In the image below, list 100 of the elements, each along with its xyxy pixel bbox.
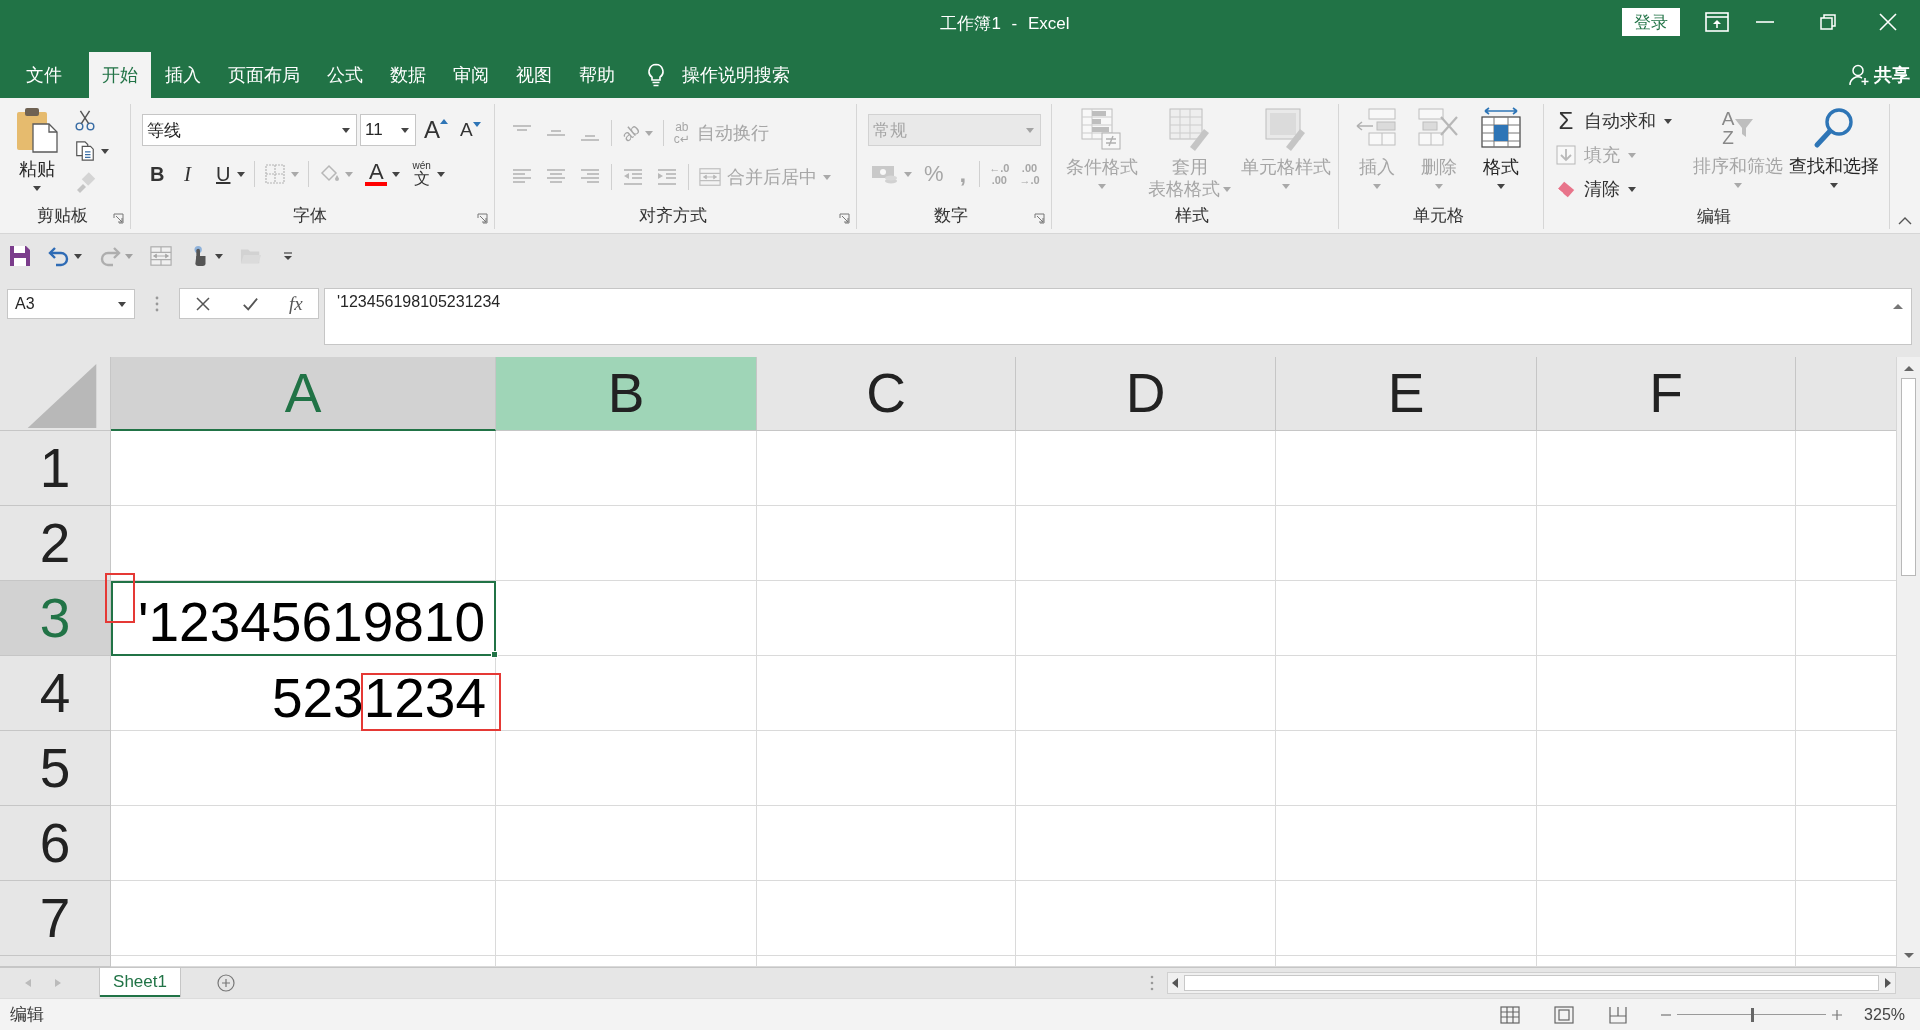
chevron-up-icon[interactable] (1893, 303, 1903, 309)
clear-button[interactable]: 清除 (1556, 174, 1691, 204)
sheet-cell[interactable] (496, 806, 757, 881)
sheet-cell[interactable] (757, 506, 1016, 581)
grip-dots-icon[interactable] (1150, 975, 1154, 991)
sheet-cell[interactable] (1537, 731, 1796, 806)
column-header[interactable]: D (1016, 357, 1276, 431)
zoom-slider-thumb[interactable] (1750, 1007, 1754, 1022)
sheet-cell[interactable] (757, 656, 1016, 731)
sheet-cell[interactable] (111, 431, 496, 506)
sheet-cell[interactable] (757, 806, 1016, 881)
sheet-cell[interactable] (1276, 731, 1537, 806)
dialog-launcher-icon[interactable] (1034, 213, 1045, 224)
sheet-cell[interactable] (496, 581, 757, 656)
dialog-launcher-icon[interactable] (839, 213, 850, 224)
paste-button[interactable]: 粘贴 (12, 107, 62, 201)
sheet-cell[interactable] (1276, 956, 1537, 967)
zoom-level-text[interactable]: 325% (1864, 1005, 1905, 1024)
sheet-cell[interactable] (757, 956, 1016, 967)
formula-input-field[interactable]: '123456198105231234 (324, 288, 1912, 345)
sheet-cell[interactable] (1537, 956, 1796, 967)
undo-arrow-icon[interactable] (48, 245, 70, 267)
grip-dots-icon[interactable] (155, 296, 159, 312)
share-button[interactable]: 共享 (1849, 52, 1910, 98)
caret-icon[interactable] (101, 148, 109, 154)
sign-in-button[interactable]: 登录 (1622, 8, 1680, 36)
insert-function-button[interactable]: fx (288, 292, 303, 315)
sheet-cell[interactable] (111, 806, 496, 881)
sheet-cell[interactable] (1016, 656, 1276, 731)
left-arrow-icon[interactable] (1172, 978, 1178, 988)
sheet-cell[interactable] (757, 431, 1016, 506)
tell-me-search-button[interactable]: 操作说明搜索 (647, 52, 790, 98)
sheet-cell[interactable] (1276, 881, 1537, 956)
down-arrow-icon[interactable] (1903, 953, 1914, 959)
row-header[interactable]: 1 (0, 431, 111, 506)
sheet-cell[interactable] (1537, 581, 1796, 656)
ribbon-tab[interactable]: 视图 (503, 52, 565, 98)
sheet-cell[interactable] (1276, 806, 1537, 881)
restore-icon[interactable] (1820, 14, 1836, 30)
minimize-icon[interactable] (1756, 21, 1774, 23)
page-view-icon[interactable] (1553, 1004, 1576, 1025)
row-header[interactable]: 3 (0, 581, 111, 656)
right-arrow-icon[interactable] (1885, 978, 1891, 988)
ribbon-tab[interactable]: 审阅 (440, 52, 502, 98)
sheet-cell[interactable] (496, 881, 757, 956)
ribbon-display-icon[interactable] (1705, 12, 1729, 32)
autosum-button[interactable]: Σ 自动求和 (1556, 106, 1691, 136)
grid-view-icon[interactable] (1499, 1004, 1522, 1025)
sheet-cell[interactable] (496, 431, 757, 506)
column-header[interactable]: F (1537, 357, 1796, 431)
grow-font-button[interactable]: A (424, 116, 448, 144)
ribbon-tab[interactable]: 文件 (13, 52, 75, 98)
font-name-field[interactable]: 等线 (142, 114, 357, 146)
shrink-font-button[interactable]: A (460, 119, 481, 141)
row-header[interactable]: 4 (0, 656, 111, 731)
column-header[interactable]: B (496, 357, 757, 431)
dialog-launcher-icon[interactable] (113, 213, 124, 224)
format-button[interactable]: 格式 (1479, 107, 1523, 189)
ribbon-tab[interactable]: 帮助 (566, 52, 628, 98)
check-icon[interactable] (242, 295, 259, 312)
dialog-launcher-icon[interactable] (477, 213, 488, 224)
row-header[interactable]: 6 (0, 806, 111, 881)
page-break-view-icon[interactable] (1607, 1004, 1630, 1025)
sheet-cell[interactable] (1537, 431, 1796, 506)
sheet-cell[interactable] (1276, 431, 1537, 506)
close-icon[interactable] (1879, 13, 1897, 31)
sheet-cell[interactable] (757, 581, 1016, 656)
up-arrow-icon[interactable] (1903, 365, 1914, 371)
zoom-in-icon[interactable] (1832, 1009, 1843, 1020)
sheet-cell[interactable] (1016, 581, 1276, 656)
column-header[interactable]: E (1276, 357, 1537, 431)
row-header[interactable] (0, 956, 111, 967)
horizontal-scrollbar[interactable] (1167, 972, 1896, 994)
row-header[interactable]: 5 (0, 731, 111, 806)
two-pages-icon[interactable] (74, 140, 96, 162)
caret-icon[interactable] (74, 253, 82, 259)
row-header[interactable]: 7 (0, 881, 111, 956)
sheet-cell[interactable] (757, 881, 1016, 956)
row-header[interactable]: 2 (0, 506, 111, 581)
column-header[interactable]: A (111, 357, 496, 431)
sheet-cell[interactable] (111, 881, 496, 956)
scissors-icon[interactable] (74, 109, 96, 131)
ribbon-tab[interactable]: 数据 (377, 52, 439, 98)
cross-icon[interactable] (195, 295, 212, 312)
sheet-cell[interactable] (757, 731, 1016, 806)
ribbon-tab[interactable]: 公式 (314, 52, 376, 98)
column-header[interactable]: C (757, 357, 1016, 431)
sheet-cell[interactable]: '12345619810 (111, 581, 496, 656)
sheet-cell[interactable] (1016, 506, 1276, 581)
plus-circle-icon[interactable] (217, 974, 235, 992)
caret-icon[interactable] (215, 253, 223, 259)
select-all-button[interactable] (0, 357, 111, 431)
sheet-cell[interactable] (1537, 656, 1796, 731)
sheet-cell[interactable] (1016, 956, 1276, 967)
scrollbar-thumb[interactable] (1901, 378, 1916, 576)
ribbon-tab[interactable]: 插入 (152, 52, 214, 98)
right-triangle-icon[interactable] (55, 979, 61, 987)
sheet-cell[interactable] (1016, 806, 1276, 881)
sheet-cell[interactable] (1016, 881, 1276, 956)
sheet-cell[interactable] (111, 956, 496, 967)
